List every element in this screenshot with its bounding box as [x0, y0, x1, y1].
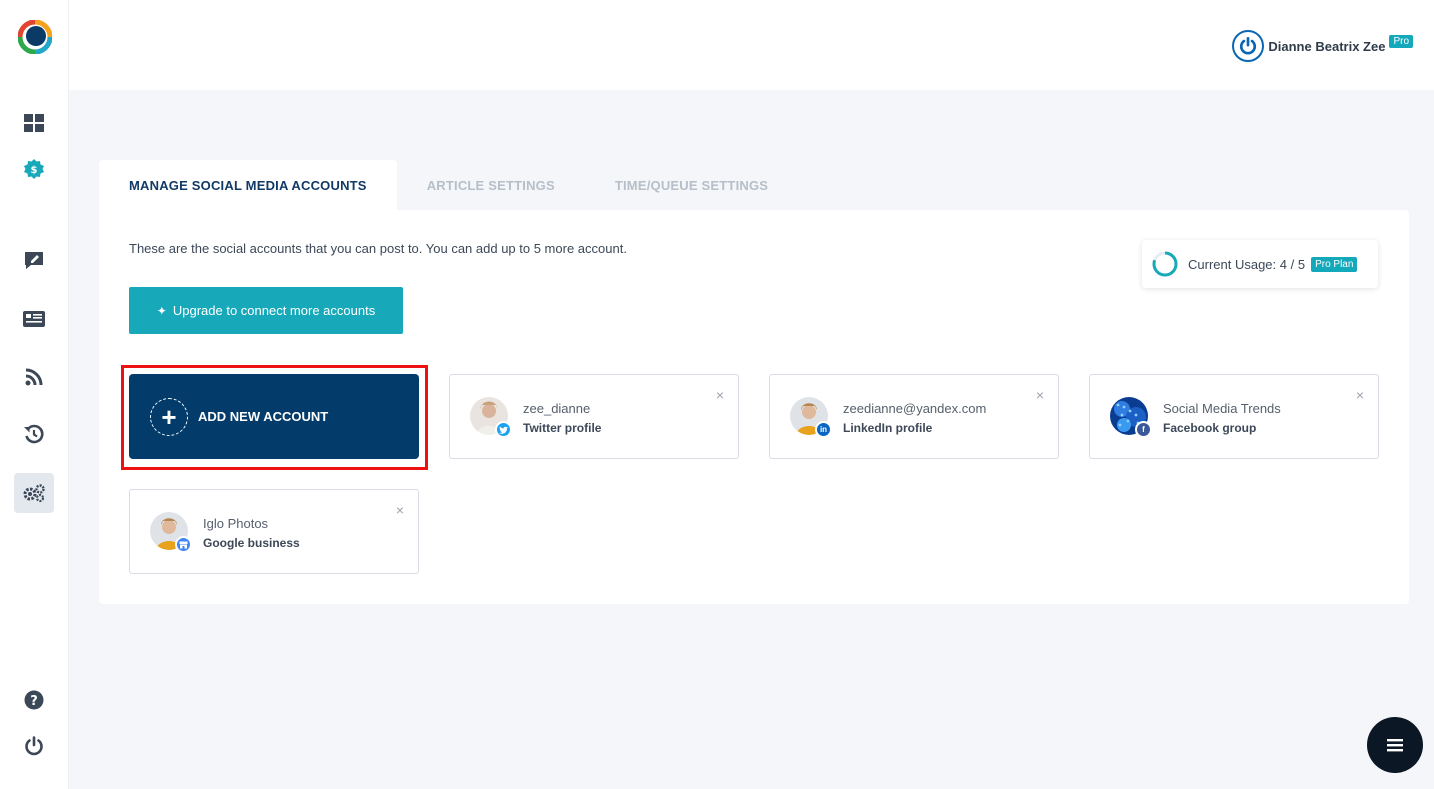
account-name: Social Media Trends: [1163, 401, 1281, 416]
accounts-panel: These are the social accounts that you c…: [99, 210, 1409, 604]
floating-menu-button[interactable]: [1367, 717, 1423, 773]
account-type: Google business: [203, 536, 300, 550]
tab-manage-social-media-accounts[interactable]: MANAGE SOCIAL MEDIA ACCOUNTS: [99, 160, 397, 210]
account-name: zee_dianne: [523, 401, 591, 416]
account-name: Iglo Photos: [203, 516, 269, 531]
account-card-facebook[interactable]: f Social Media Trends Facebook group ×: [1089, 374, 1379, 459]
avatar: f: [1110, 397, 1152, 438]
add-new-account-button[interactable]: + ADD NEW ACCOUNT: [129, 374, 419, 459]
remove-account-close-icon[interactable]: ×: [716, 387, 724, 403]
app-logo-icon[interactable]: [17, 19, 53, 55]
sidebar-item-help[interactable]: ?: [14, 680, 54, 720]
usage-indicator: Current Usage: 4 / 5 Pro Plan: [1142, 240, 1378, 288]
account-type: Facebook group: [1163, 421, 1257, 435]
plus-icon: +: [150, 397, 188, 436]
account-type: LinkedIn profile: [843, 421, 933, 435]
pro-badge: Pro: [1389, 34, 1413, 48]
hamburger-menu-icon: [1387, 739, 1403, 752]
svg-text:$: $: [31, 165, 38, 176]
settings-tabs: MANAGE SOCIAL MEDIA ACCOUNTS ARTICLE SET…: [99, 160, 798, 210]
sidebar-item-logout[interactable]: [14, 726, 54, 766]
upgrade-button[interactable]: ✦ Upgrade to connect more accounts: [129, 287, 403, 334]
sidebar-item-dashboard[interactable]: [14, 103, 54, 143]
svg-text:?: ?: [30, 694, 38, 709]
user-avatar: [1232, 30, 1265, 62]
account-name: zeedianne@yandex.com: [843, 401, 987, 416]
remove-account-close-icon[interactable]: ×: [1356, 387, 1364, 403]
avatar: in: [790, 397, 832, 438]
facebook-icon: f: [1135, 421, 1152, 438]
tab-time-queue-settings[interactable]: TIME/QUEUE SETTINGS: [585, 160, 798, 210]
sidebar-item-billing[interactable]: $: [14, 149, 54, 189]
dashboard-icon: [24, 114, 44, 132]
compose-icon: [25, 252, 43, 269]
account-card-linkedin[interactable]: in zeedianne@yandex.com LinkedIn profile…: [769, 374, 1059, 459]
history-icon: [24, 424, 44, 444]
sidebar-item-articles[interactable]: [14, 299, 54, 339]
sidebar-item-compose[interactable]: [14, 240, 54, 280]
avatar: [470, 397, 512, 438]
upgrade-button-label: Upgrade to connect more accounts: [172, 303, 376, 318]
plan-badge: Pro Plan: [1311, 256, 1358, 272]
sidebar-item-settings[interactable]: [14, 473, 54, 513]
user-menu[interactable]: Dianne Beatrix Zee Pro: [1232, 30, 1413, 62]
google-business-icon: [175, 536, 192, 553]
account-card-twitter[interactable]: zee_dianne Twitter profile ×: [449, 374, 739, 459]
remove-account-close-icon[interactable]: ×: [1036, 387, 1044, 403]
user-name: Dianne Beatrix Zee: [1268, 38, 1386, 54]
add-new-account-label: ADD NEW ACCOUNT: [198, 409, 329, 424]
top-bar: Dianne Beatrix Zee Pro: [69, 0, 1434, 90]
power-icon: [25, 736, 43, 756]
rss-icon: [25, 368, 43, 386]
usage-progress-ring-icon: [1152, 251, 1178, 277]
avatar: [150, 512, 192, 553]
sidebar-item-history[interactable]: [14, 414, 54, 454]
sidebar-item-feeds[interactable]: [14, 357, 54, 397]
account-card-google-business[interactable]: Iglo Photos Google business ×: [129, 489, 419, 574]
usage-label: Current Usage: 4 / 5: [1188, 256, 1306, 272]
account-type: Twitter profile: [523, 421, 602, 435]
remove-account-close-icon[interactable]: ×: [396, 502, 404, 518]
tab-article-settings[interactable]: ARTICLE SETTINGS: [397, 160, 585, 210]
articles-icon: [23, 311, 45, 327]
help-icon: ?: [24, 690, 44, 710]
linkedin-icon: in: [815, 421, 832, 438]
sparkle-icon: ✦: [156, 303, 167, 318]
settings-gears-icon: [23, 484, 45, 503]
accounts-info-text: These are the social accounts that you c…: [129, 241, 627, 256]
power-icon: [1240, 37, 1257, 55]
dollar-badge-icon: $: [24, 159, 44, 179]
twitter-icon: [495, 421, 512, 438]
sidebar: $ ?: [0, 0, 69, 789]
